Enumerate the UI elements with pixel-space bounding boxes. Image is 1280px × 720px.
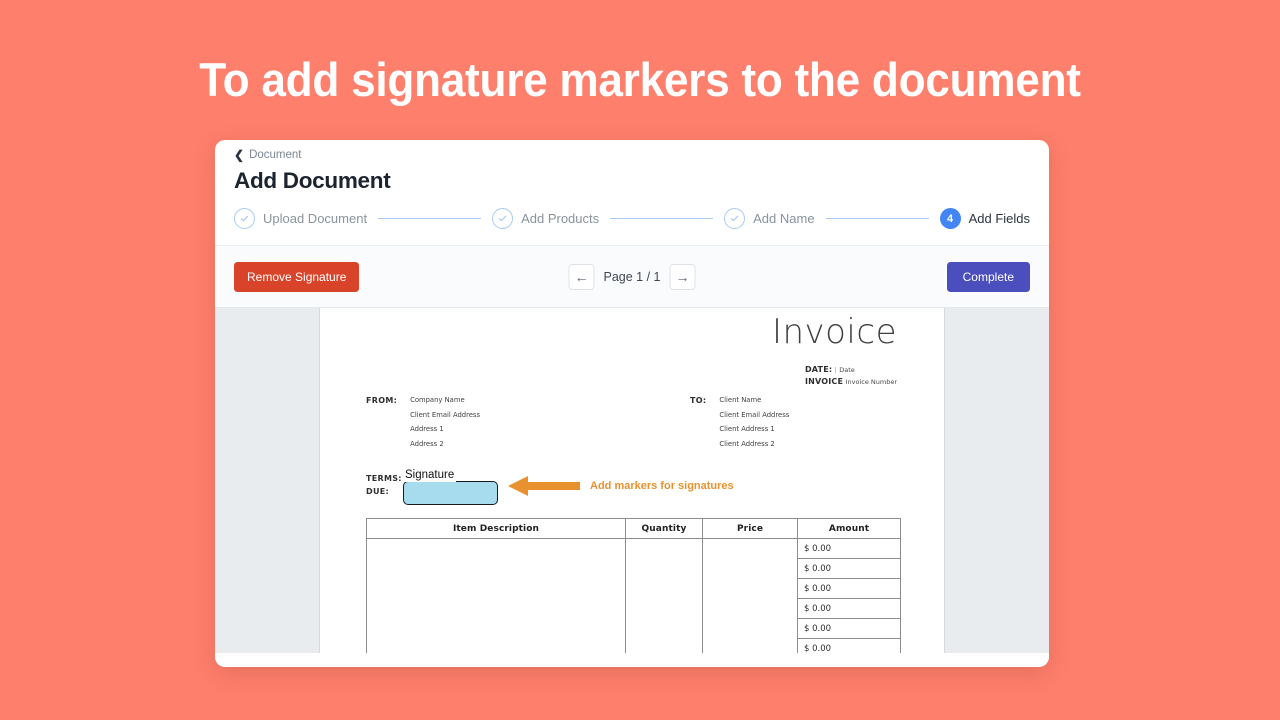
cell-quantity [625, 558, 703, 579]
arrow-left-icon [508, 476, 580, 496]
step-number-badge: 4 [939, 208, 961, 229]
to-line-3: Client Address 1 [719, 425, 775, 433]
table-row: $ 0.00 [366, 638, 901, 653]
invoice-date-value: Date [839, 366, 855, 374]
annotation-text: Add markers for signatures [590, 480, 734, 492]
stepper-step-add-fields[interactable]: 4 Add Fields [939, 208, 1030, 229]
invoice-number-key: INVOICE [804, 377, 844, 387]
cell-amount: $ 0.00 [797, 538, 901, 559]
remove-signature-button[interactable]: Remove Signature [234, 261, 360, 292]
invoice-to-block: TO: Client Name Client Email Address Cli… [690, 396, 789, 448]
invoice-items-table: Item Description Quantity Price Amount $… [366, 518, 901, 653]
signature-marker-label: Signature [403, 469, 457, 482]
stepper-step-add-name[interactable]: Add Name [724, 208, 815, 229]
page-title: Add Document [234, 168, 391, 193]
cell-quantity [625, 638, 703, 653]
table-row: $ 0.00 [366, 578, 901, 599]
table-header-row: Item Description Quantity Price Amount [366, 518, 901, 539]
breadcrumb[interactable]: ❮ Document [234, 149, 1049, 161]
invoice-meta: DATE: | Date INVOICE Invoice Number [805, 364, 897, 389]
stepper-label-add-fields: Add Fields [968, 211, 1030, 226]
page-headline: To add signature markers to the document [199, 53, 1081, 106]
cell-price [702, 638, 798, 653]
stepper-label-add-name: Add Name [753, 211, 815, 226]
stepper-connector-2 [610, 217, 714, 220]
to-line-1: Client Name [719, 396, 762, 404]
document-viewer[interactable]: Invoice DATE: | Date INVOICE Invoice Num… [215, 308, 1049, 653]
page-indicator: Page 1 / 1 [603, 269, 661, 284]
cell-price [702, 538, 798, 559]
terms-label: TERMS: [366, 474, 402, 483]
column-price: Price [702, 518, 798, 539]
stepper: Upload Document Add Products Add Name 4 … [234, 208, 1030, 229]
stepper-step-add-products[interactable]: Add Products [492, 208, 599, 229]
cell-price [702, 578, 798, 599]
arrow-left-icon[interactable]: ← [568, 263, 595, 290]
cell-quantity [625, 618, 703, 639]
annotation-callout: Add markers for signatures [508, 474, 734, 498]
cell-quantity [625, 538, 703, 559]
from-line-1: Company Name [410, 396, 465, 404]
from-line-3: Address 1 [410, 425, 444, 433]
invoice-number-value: Invoice Number [845, 378, 897, 387]
to-label: TO: [690, 396, 707, 405]
table-row: $ 0.00 [366, 598, 901, 619]
complete-button[interactable]: Complete [946, 261, 1030, 292]
invoice-page: Invoice DATE: | Date INVOICE Invoice Num… [319, 308, 945, 653]
cell-description [366, 578, 626, 599]
cell-price [702, 598, 798, 619]
stepper-label-upload-document: Upload Document [263, 211, 368, 226]
cell-quantity [625, 578, 703, 599]
cell-description [366, 598, 626, 619]
from-label: FROM: [366, 396, 398, 405]
to-line-4: Client Address 2 [719, 439, 775, 448]
document-toolbar: Remove Signature ← Page 1 / 1 → Complete [215, 245, 1049, 308]
invoice-title: Invoice [771, 312, 897, 352]
cell-amount: $ 0.00 [797, 598, 901, 619]
stepper-connector-1 [378, 217, 482, 220]
from-line-2: Client Email Address [410, 410, 481, 419]
table-row: $ 0.00 [366, 618, 901, 639]
cell-price [702, 618, 798, 639]
signature-marker[interactable]: Signature [403, 463, 498, 505]
cell-description [366, 538, 626, 559]
chevron-left-icon: ❮ [234, 148, 245, 162]
stepper-label-add-products: Add Products [521, 211, 600, 226]
app-window: ❮ Document Add Document Upload Document … [215, 140, 1049, 667]
check-icon [724, 208, 746, 229]
cell-amount: $ 0.00 [797, 638, 901, 653]
cell-amount: $ 0.00 [797, 578, 901, 599]
column-amount: Amount [797, 518, 901, 539]
due-label: DUE: [366, 487, 390, 496]
invoice-date-key: DATE: [804, 365, 833, 374]
field-divider: | [834, 366, 837, 374]
to-line-2: Client Email Address [719, 410, 790, 419]
cell-amount: $ 0.00 [797, 558, 901, 579]
cell-description [366, 638, 626, 653]
check-icon [492, 208, 514, 229]
table-row: $ 0.00 [366, 558, 901, 579]
cell-quantity [625, 598, 703, 619]
cell-price [702, 558, 798, 579]
invoice-from-block: FROM: Company Name Client Email Address … [366, 396, 480, 448]
cell-description [366, 618, 626, 639]
signature-marker-box[interactable] [403, 481, 498, 505]
from-line-4: Address 2 [410, 439, 444, 448]
breadcrumb-label: Document [249, 149, 302, 161]
stepper-connector-3 [825, 217, 929, 220]
check-icon [234, 208, 255, 229]
stepper-step-upload-document[interactable]: Upload Document [234, 208, 367, 229]
pager: ← Page 1 / 1 → [568, 263, 696, 290]
arrow-right-icon[interactable]: → [669, 263, 696, 290]
cell-amount: $ 0.00 [797, 618, 901, 639]
cell-description [366, 558, 626, 579]
column-item-description: Item Description [366, 518, 626, 539]
column-quantity: Quantity [625, 518, 703, 539]
table-row: $ 0.00 [366, 538, 901, 559]
